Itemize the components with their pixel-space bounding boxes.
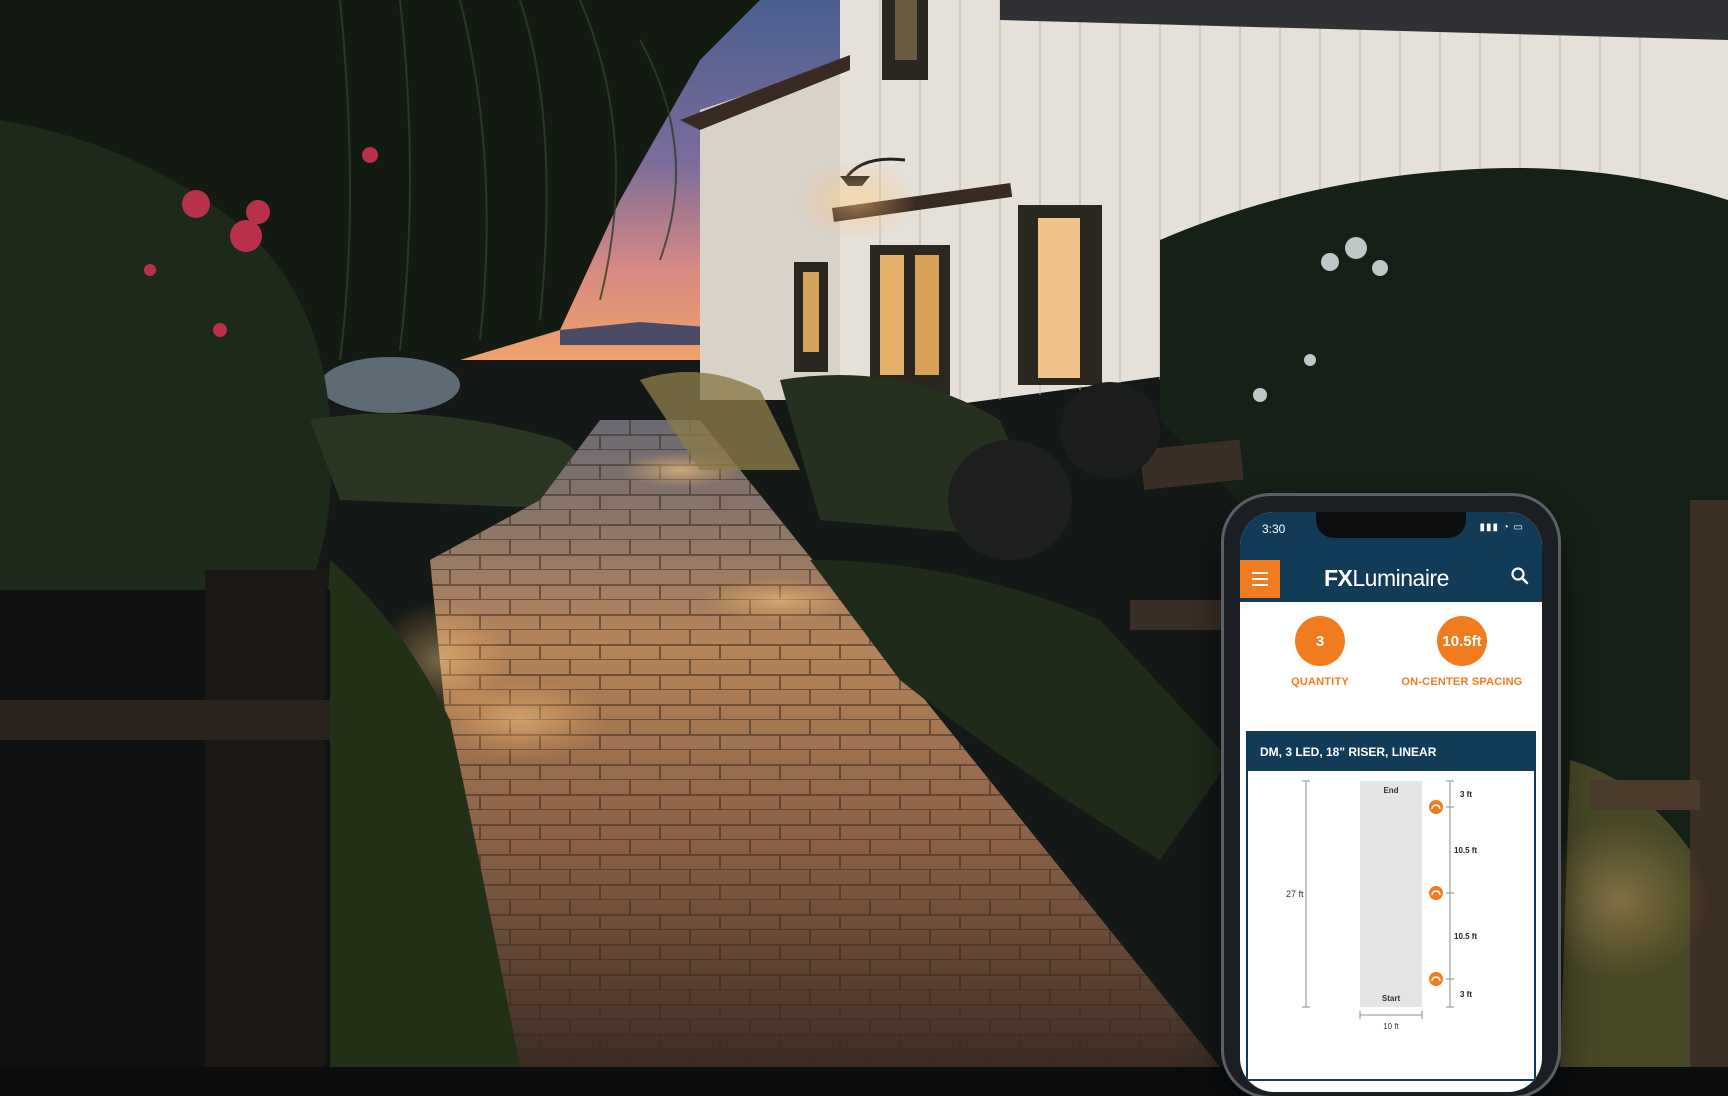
smartphone: 3:30 ▮▮▮ ◔ ▭ FXLuminaire 3 QUANTITY 10.5… (1224, 496, 1558, 1096)
fixture-layout-card: DM, 3 LED, 18" RISER, LINEAR 27 ft End S… (1246, 731, 1536, 1081)
width-dimension: 10 ft (1359, 1011, 1423, 1031)
path-light-icon (1429, 800, 1443, 814)
app-logo: FXLuminaire (1324, 565, 1449, 592)
logo-luminaire: Luminaire (1352, 565, 1449, 591)
path-light-icon (1429, 972, 1443, 986)
spacing-label: 10.5 ft (1454, 846, 1477, 855)
start-label: Start (1382, 994, 1401, 1003)
menu-button[interactable] (1240, 560, 1280, 598)
spacing-value: 10.5ft (1437, 616, 1487, 666)
total-length-label: 27 ft (1286, 889, 1304, 899)
spacing-label: 10.5 ft (1454, 932, 1477, 941)
spacing-label: ON-CENTER SPACING (1401, 676, 1523, 688)
end-label: End (1383, 786, 1398, 795)
path-light-icon (1429, 886, 1443, 900)
spacing-label: 3 ft (1460, 790, 1472, 799)
spacing-label: 3 ft (1460, 990, 1472, 999)
spacing-dimension (1446, 780, 1454, 1008)
path-area (1360, 781, 1422, 1007)
hamburger-icon-line (1252, 584, 1268, 586)
hamburger-icon-line (1252, 578, 1268, 580)
total-length-dimension: 27 ft (1286, 780, 1310, 1008)
phone-screen: 3:30 ▮▮▮ ◔ ▭ FXLuminaire 3 QUANTITY 10.5… (1240, 512, 1542, 1092)
search-icon[interactable] (1510, 566, 1530, 586)
status-time: 3:30 (1262, 522, 1286, 536)
spacing-stat: 10.5ft ON-CENTER SPACING (1392, 616, 1532, 688)
fixture-title: DM, 3 LED, 18" RISER, LINEAR (1248, 733, 1534, 771)
hamburger-icon-line (1252, 572, 1268, 574)
quantity-label: QUANTITY (1291, 676, 1349, 688)
app-header: FXLuminaire (1240, 552, 1542, 602)
logo-fx: FX (1324, 565, 1353, 591)
quantity-value: 3 (1295, 616, 1345, 666)
phone-notch (1316, 512, 1466, 538)
layout-diagram: 27 ft End Start 10 ft 3 ft 10.5 ft 10.5 … (1286, 780, 1477, 1031)
status-icons: ▮▮▮ ◔ ▭ (1479, 522, 1524, 533)
width-label: 10 ft (1383, 1022, 1399, 1031)
quantity-stat: 3 QUANTITY (1250, 616, 1390, 688)
status-bar: 3:30 ▮▮▮ ◔ ▭ (1240, 512, 1542, 552)
